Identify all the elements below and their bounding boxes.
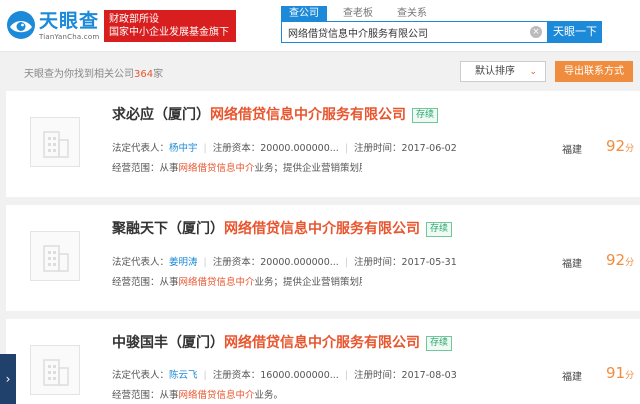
legal-rep-link[interactable]: 姜明涛 (169, 257, 198, 268)
company-info: 法定代表人：杨中宇 | 注册资本：20000.000000... | 注册时间：2017… (112, 143, 457, 154)
company-logo-placeholder (30, 117, 80, 167)
date-value: 2017-08-03 (401, 370, 457, 381)
company-name-match: 网络借贷信息中介服务有限公司 (224, 221, 420, 237)
search-box: × (281, 21, 548, 43)
company-score: 91分 (606, 363, 634, 382)
capital-value: 16000.000000... (260, 370, 339, 381)
top-header: 天眼查 TianYanCha.com 财政部所设 国家中小企业发展基金旗下 查公… (0, 0, 640, 52)
date-label: 注册时间： (354, 143, 402, 154)
business-scope: 经营范围：从事网络借贷信息中介业务；提供企业营销策划服务；供应链管理；档案处理.… (112, 274, 362, 288)
score-unit: 分 (625, 371, 635, 381)
sort-select[interactable]: 默认排序 ⌄ (460, 61, 546, 82)
scope-label: 经营范围： (112, 390, 160, 401)
legal-rep-link[interactable]: 杨中宇 (169, 143, 198, 154)
score-unit: 分 (625, 144, 635, 154)
result-count: 天眼查为你找到相关公司364家 (24, 65, 163, 80)
promo-line-1: 财政部所设 (109, 14, 159, 25)
capital-value: 20000.000000... (260, 143, 339, 154)
company-card[interactable]: 聚融天下（厦门）网络借贷信息中介服务有限公司 存续 法定代表人：姜明涛 | 注册资本：… (6, 205, 640, 311)
tab-boss[interactable]: 查老板 (335, 6, 381, 21)
capital-label: 注册资本： (212, 143, 261, 154)
result-count-number: 364 (134, 69, 154, 80)
date-value: 2017-06-02 (401, 143, 457, 154)
company-info: 法定代表人：陈云飞 | 注册资本：16000.000000... | 注册时间：2017… (112, 370, 457, 381)
scope-rest: 业务。 (254, 390, 284, 401)
result-count-suffix: 家 (153, 69, 164, 80)
scope-prefix: 从事 (159, 277, 179, 288)
company-logo-placeholder (30, 231, 80, 281)
tab-company[interactable]: 查公司 (281, 6, 327, 21)
result-count-prefix: 天眼查为你找到相关公司 (24, 69, 134, 80)
scope-label: 经营范围： (112, 277, 160, 288)
business-scope: 经营范围：从事网络借贷信息中介业务；提供企业营销策划服务；供应链管理；接受房屋.… (112, 160, 362, 174)
site-logo[interactable]: 天眼查 TianYanCha.com (6, 6, 104, 46)
logo-text: 天眼查 (39, 10, 100, 32)
scope-prefix: 从事 (159, 390, 179, 401)
scope-label: 经营范围： (112, 163, 160, 174)
promo-banner[interactable]: 财政部所设 国家中小企业发展基金旗下 (104, 10, 236, 42)
company-name-prefix: 中骏国丰（厦门） (112, 335, 224, 351)
score-value: 91 (606, 364, 626, 382)
scope-highlight: 网络借贷信息中介 (178, 277, 255, 288)
tab-relation[interactable]: 查关系 (389, 6, 435, 21)
capital-value: 20000.000000... (260, 257, 339, 268)
tianyancha-logo-icon (7, 11, 35, 39)
search-tabs: 查公司 查老板 查关系 (281, 6, 443, 21)
search-input[interactable] (282, 22, 522, 42)
date-label: 注册时间： (354, 370, 402, 381)
building-icon (43, 131, 69, 158)
company-name-match: 网络借贷信息中介服务有限公司 (210, 107, 406, 123)
company-name-prefix: 求必应（厦门） (112, 107, 210, 123)
chevron-right-icon[interactable]: › (0, 354, 16, 404)
sort-select-label: 默认排序 (475, 66, 515, 77)
building-icon (43, 245, 69, 272)
status-badge: 存续 (426, 336, 453, 351)
capital-label: 注册资本： (212, 370, 261, 381)
scope-highlight: 网络借贷信息中介 (178, 390, 255, 401)
rep-label: 法定代表人： (112, 370, 170, 381)
export-contacts-button[interactable]: 导出联系方式 (555, 61, 633, 82)
promo-line-2: 国家中小企业发展基金旗下 (109, 27, 229, 38)
company-score: 92分 (606, 250, 634, 269)
company-score: 92分 (606, 136, 634, 155)
date-value: 2017-05-31 (401, 257, 457, 268)
scope-prefix: 从事 (159, 163, 179, 174)
company-card[interactable]: 中骏国丰（厦门）网络借贷信息中介服务有限公司 存续 法定代表人：陈云飞 | 注册资本：… (6, 319, 640, 404)
province: 福建 (562, 259, 582, 270)
company-name[interactable]: 求必应（厦门）网络借贷信息中介服务有限公司 存续 (112, 106, 439, 124)
score-value: 92 (606, 251, 626, 269)
building-icon (43, 359, 69, 386)
logo-domain: TianYanCha.com (39, 33, 100, 41)
score-unit: 分 (625, 258, 635, 268)
score-value: 92 (606, 137, 626, 155)
company-name-prefix: 聚融天下（厦门） (112, 221, 224, 237)
province: 福建 (562, 145, 582, 156)
company-logo-placeholder (30, 345, 80, 395)
legal-rep-link[interactable]: 陈云飞 (169, 370, 198, 381)
scope-rest: 业务；提供企业营销策划服务；供应链管理；档案处理... (254, 277, 362, 288)
close-circle-icon[interactable]: × (530, 26, 542, 38)
status-badge: 存续 (412, 108, 439, 123)
company-name-match: 网络借贷信息中介服务有限公司 (224, 335, 420, 351)
status-badge: 存续 (426, 222, 453, 237)
company-name[interactable]: 聚融天下（厦门）网络借贷信息中介服务有限公司 存续 (112, 220, 453, 238)
rep-label: 法定代表人： (112, 143, 170, 154)
business-scope: 经营范围：从事网络借贷信息中介业务。 (112, 387, 362, 401)
chevron-down-icon: ⌄ (529, 67, 537, 77)
rep-label: 法定代表人： (112, 257, 170, 268)
date-label: 注册时间： (354, 257, 402, 268)
scope-highlight: 网络借贷信息中介 (178, 163, 255, 174)
scope-rest: 业务；提供企业营销策划服务；供应链管理；接受房屋... (254, 163, 362, 174)
search-button[interactable]: 天眼一下 (548, 21, 602, 43)
province: 福建 (562, 372, 582, 383)
company-info: 法定代表人：姜明涛 | 注册资本：20000.000000... | 注册时间：2017… (112, 257, 457, 268)
capital-label: 注册资本： (212, 257, 261, 268)
company-card[interactable]: 求必应（厦门）网络借贷信息中介服务有限公司 存续 法定代表人：杨中宇 | 注册资本：2… (6, 91, 640, 197)
company-name[interactable]: 中骏国丰（厦门）网络借贷信息中介服务有限公司 存续 (112, 334, 453, 352)
